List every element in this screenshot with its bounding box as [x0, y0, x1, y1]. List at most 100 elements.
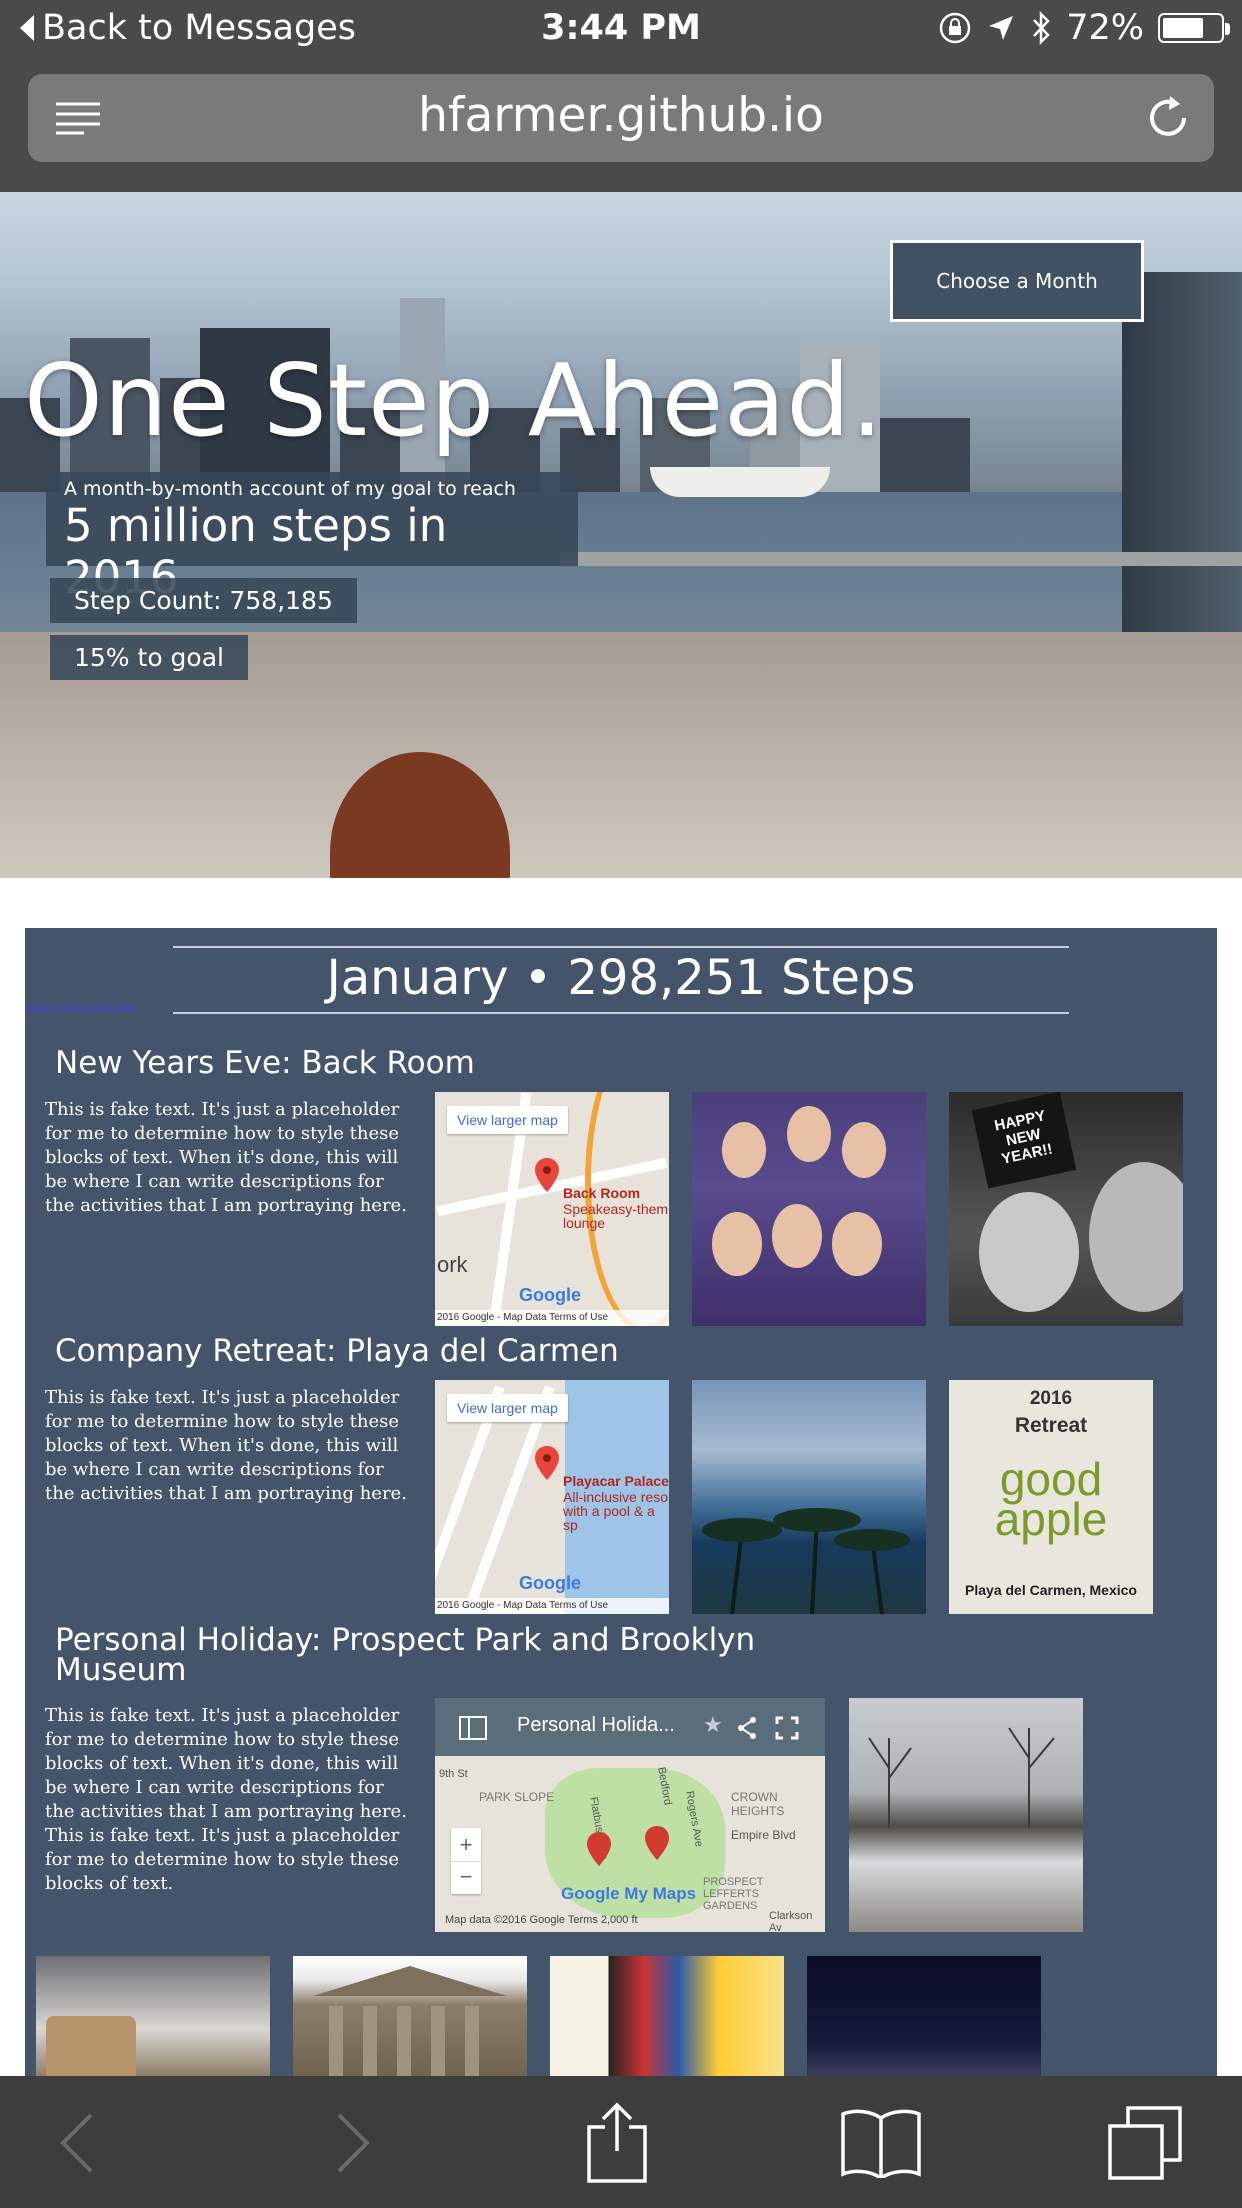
- entry-text: This is fake text. It's just a placehold…: [45, 1099, 407, 1216]
- entry-title: Personal Holiday: Prospect Park and Broo…: [55, 1622, 756, 1688]
- battery-percent: 72%: [1066, 8, 1144, 48]
- share-icon[interactable]: [735, 1716, 759, 1740]
- map-pin-title: Playacar Palace: [563, 1473, 669, 1489]
- entry-text: This is fake text. It's just a placehold…: [45, 1387, 407, 1504]
- photo-new-year[interactable]: HAPPY NEW YEAR!!: [949, 1092, 1183, 1326]
- tabs-button[interactable]: [1100, 2098, 1190, 2188]
- map-footer: 2016 Google - Map Data Terms of Use: [435, 1310, 669, 1326]
- month-heading-text: January • 298,251 Steps: [326, 950, 916, 1006]
- google-logo: Google: [519, 1285, 581, 1305]
- photo-art-wall[interactable]: [550, 1956, 784, 2078]
- goal-subtitle: A month-by-month account of my goal to r…: [64, 478, 516, 500]
- map-pin-icon: [645, 1826, 669, 1860]
- coffee-cup: [46, 2016, 136, 2078]
- browser-chrome: hfarmer.github.io: [0, 62, 1242, 192]
- url-text: hfarmer.github.io: [418, 88, 824, 143]
- forward-button[interactable]: [308, 2098, 398, 2188]
- railing: [560, 552, 1242, 672]
- photo-ocean-palms[interactable]: [692, 1380, 926, 1614]
- chevron-right-icon: [337, 2113, 370, 2173]
- map-pin-icon: [535, 1158, 559, 1192]
- photo-face: [787, 1106, 831, 1162]
- map-embed[interactable]: View larger map Back Room Speakeasy-them…: [435, 1092, 669, 1326]
- entry-title: New Years Eve: Back Room: [55, 1045, 475, 1081]
- entry-title: Company Retreat: Playa del Carmen: [55, 1333, 619, 1369]
- my-maps-header: Personal Holida... ★: [435, 1698, 825, 1756]
- share-button[interactable]: [572, 2098, 662, 2188]
- photo-party-group[interactable]: [692, 1092, 926, 1326]
- map-label: ork: [437, 1252, 468, 1277]
- month-panel: January • 298,251 Steps Jump to #lan on …: [25, 928, 1217, 2078]
- back-button[interactable]: [32, 2098, 122, 2188]
- photo-face: [772, 1204, 822, 1268]
- photo-museum[interactable]: [293, 1956, 527, 2078]
- jump-link[interactable]: Jump to #lan on same page: [25, 1002, 136, 1012]
- chevron-left-icon: [60, 2113, 93, 2173]
- my-maps-footer: Map data ©2016 Google Terms 2,000 ft: [445, 1914, 638, 1926]
- entry-text: This is fake text. It's just a placehold…: [45, 1705, 407, 1894]
- reload-icon[interactable]: [1144, 94, 1192, 142]
- photo-coffee-snow[interactable]: [36, 1956, 270, 2078]
- location-icon: [986, 13, 1016, 43]
- map-pin-title: Back Room: [563, 1185, 641, 1201]
- map-pin-icon: [587, 1832, 611, 1866]
- zoom-in-button[interactable]: +: [451, 1828, 481, 1861]
- photo-face: [832, 1212, 882, 1276]
- photo-face: [979, 1192, 1079, 1312]
- view-larger-map-link[interactable]: View larger map: [447, 1106, 568, 1134]
- goal-percent-badge: 15% to goal: [50, 635, 248, 680]
- goal-box: A month-by-month account of my goal to r…: [46, 472, 578, 604]
- zoom-out-button[interactable]: −: [451, 1861, 481, 1894]
- map-pin-subtitle: All-inclusive reso with a pool & a sp: [563, 1489, 669, 1533]
- map-label-lefferts: PROSPECT LEFFERTS GARDENS: [703, 1876, 764, 1912]
- map-label-9th: 9th St: [439, 1768, 468, 1780]
- star-icon[interactable]: ★: [703, 1712, 723, 1738]
- map-pin-subtitle: Speakeasy-them lounge: [563, 1201, 669, 1231]
- rotation-lock-icon: [938, 11, 972, 45]
- party-hat-text: HAPPY NEW YEAR!!: [971, 1092, 1077, 1189]
- fullscreen-icon[interactable]: [775, 1716, 799, 1740]
- address-bar[interactable]: hfarmer.github.io: [28, 74, 1214, 162]
- hero-banner: One Step Ahead. Choose a Month A month-b…: [0, 192, 1242, 878]
- tabs-icon: [1108, 2106, 1182, 2180]
- card-place: Playa del Carmen, Mexico: [965, 1582, 1137, 1598]
- bare-trees-icon: [868, 1727, 1055, 1828]
- my-maps-embed[interactable]: Personal Holida... ★ PARK SLOPE CROWN HE…: [435, 1698, 825, 1932]
- google-logo: Google: [519, 1573, 581, 1593]
- map-embed[interactable]: View larger map Playacar Palace All-incl…: [435, 1380, 669, 1614]
- photo-face: [712, 1212, 762, 1276]
- bluetooth-icon: [1030, 11, 1052, 45]
- map-footer: 2016 Google - Map Data Terms of Use: [435, 1598, 669, 1614]
- map-label-empire: Empire Blvd: [731, 1828, 796, 1842]
- my-maps-title: Personal Holida...: [517, 1714, 675, 1736]
- share-icon: [587, 2102, 647, 2183]
- photo-night-venue[interactable]: [807, 1956, 1041, 2078]
- photo-face: [842, 1122, 886, 1178]
- step-count-badge: Step Count: 758,185: [50, 578, 357, 623]
- zoom-controls: + −: [451, 1828, 481, 1894]
- battery-icon: [1158, 13, 1230, 43]
- month-heading: January • 298,251 Steps: [173, 946, 1069, 1014]
- view-larger-map-link[interactable]: View larger map: [447, 1394, 568, 1422]
- bookmarks-button[interactable]: [836, 2098, 926, 2188]
- book-icon: [841, 2109, 921, 2178]
- browser-toolbar: [0, 2076, 1242, 2208]
- map-label-crown-heights: CROWN HEIGHTS: [731, 1790, 785, 1818]
- photo-face: [722, 1122, 766, 1178]
- map-label-park-slope: PARK SLOPE: [479, 1790, 555, 1804]
- card-year: 2016: [1029, 1388, 1073, 1409]
- card-retreat: Retreat: [1014, 1414, 1088, 1437]
- sidebar-toggle-icon[interactable]: [459, 1716, 487, 1740]
- map-label-clarkson: Clarkson Av: [769, 1910, 813, 1932]
- palm-trees-icon: [702, 1508, 910, 1614]
- map-pin-icon: [535, 1446, 559, 1480]
- photo-snowy-park[interactable]: [849, 1698, 1083, 1932]
- museum-columns-icon: [313, 1966, 507, 2078]
- hero-title: One Step Ahead.: [24, 342, 884, 459]
- my-maps-logo: Google My Maps: [561, 1884, 697, 1903]
- card-brand-apple: apple: [994, 1493, 1108, 1545]
- choose-month-button[interactable]: Choose a Month: [890, 240, 1144, 322]
- status-bar: Back to Messages 3:44 PM 72%: [0, 0, 1242, 62]
- photo-face: [1089, 1162, 1183, 1312]
- photo-retreat-card[interactable]: 2016 Retreat good apple Playa del Carmen…: [949, 1380, 1153, 1614]
